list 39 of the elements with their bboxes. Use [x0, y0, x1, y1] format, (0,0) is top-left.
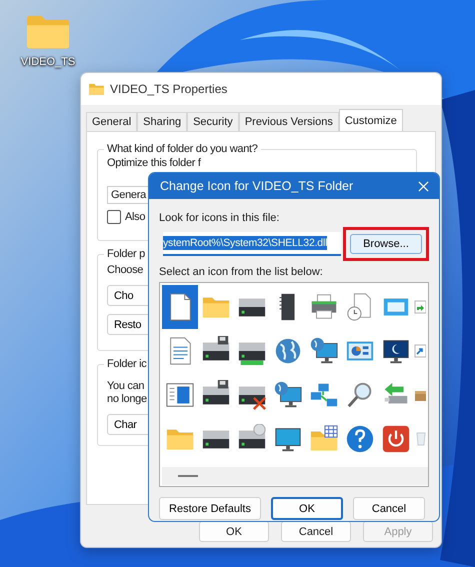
- file-label: Look for icons in this file:: [159, 211, 280, 225]
- optimize-label: Optimize this folder f: [107, 157, 201, 170]
- change-icon-button[interactable]: Char: [107, 414, 151, 435]
- group-label: Folder p: [104, 248, 148, 260]
- dialog-button[interactable]: Cancel: [281, 521, 351, 542]
- globe-monitor-icon: [273, 380, 303, 410]
- globe-icon: [273, 336, 303, 366]
- power-icon: [381, 424, 411, 454]
- tab[interactable]: Previous Versions: [238, 112, 339, 131]
- browse-button[interactable]: Browse...: [350, 234, 422, 254]
- list-label: Select an icon from the list below:: [159, 265, 324, 279]
- share-arrow-icon: [414, 300, 426, 314]
- window-title: VIDEO_TS Properties: [110, 82, 228, 96]
- tab[interactable]: Sharing: [137, 112, 188, 131]
- help-icon: [345, 424, 375, 454]
- group-text: Choose: [107, 264, 144, 277]
- tab[interactable]: General: [86, 112, 138, 131]
- dialog-button[interactable]: Cancel: [353, 497, 425, 520]
- tab[interactable]: Customize: [338, 109, 403, 131]
- folder-icon: [89, 83, 104, 95]
- folder-picture-button[interactable]: Resto: [107, 314, 151, 335]
- scrollbar-thumb[interactable]: [178, 475, 198, 477]
- checkbox[interactable]: [107, 210, 121, 224]
- dialog-button[interactable]: OK: [199, 521, 269, 542]
- checkbox-label: Also: [125, 211, 146, 223]
- group-text: no longe: [107, 393, 147, 406]
- tab[interactable]: Security: [187, 112, 239, 131]
- folder-picture-button[interactable]: Cho: [107, 285, 151, 306]
- globe-monitor-icon: [309, 336, 339, 366]
- bin-icon: [414, 432, 426, 446]
- group-label: What kind of folder do you want?: [104, 143, 261, 155]
- group-label: Folder ic: [104, 358, 150, 370]
- dialog-button[interactable]: OK: [271, 497, 343, 520]
- dialog-button[interactable]: Restore Defaults: [159, 497, 261, 520]
- close-icon[interactable]: [418, 180, 429, 192]
- file-path-field[interactable]: ystemRoot%\System32\SHELL32.dll: [163, 232, 341, 256]
- group-text: You can: [107, 380, 146, 393]
- box-icon: [414, 388, 426, 402]
- shortcut-arrow-icon: [414, 344, 426, 358]
